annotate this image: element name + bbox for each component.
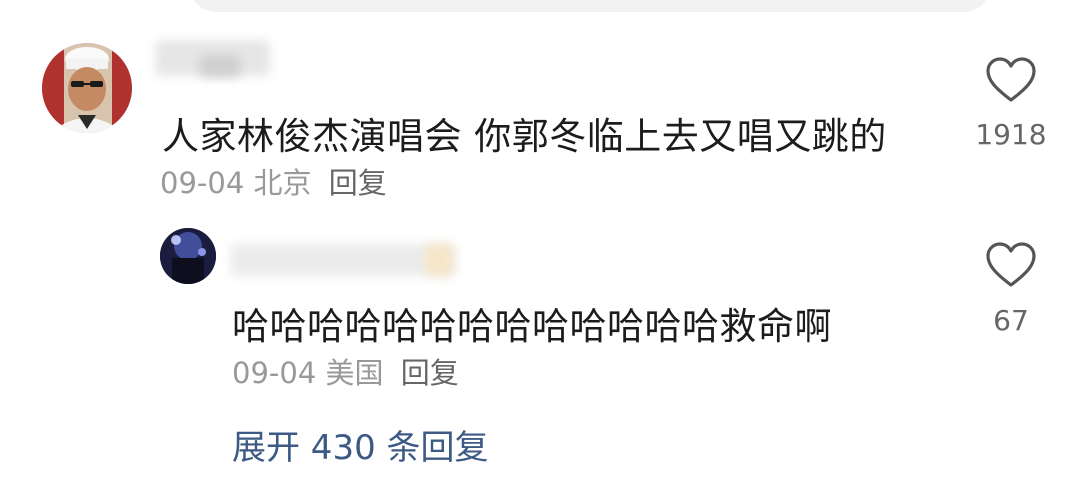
reply-text: 哈哈哈哈哈哈哈哈哈哈哈哈哈救命啊 <box>232 305 832 348</box>
reply-avatar-image <box>160 228 216 284</box>
top-input-bar[interactable] <box>190 0 990 12</box>
heart-icon[interactable] <box>985 57 1037 103</box>
avatar-image <box>42 43 132 133</box>
reply-username-blurred-accent <box>425 244 453 276</box>
reply-reply-button[interactable]: 回复 <box>401 356 459 390</box>
reply-location: 美国 <box>325 356 384 390</box>
like-count: 1918 <box>975 118 1047 151</box>
reply-button[interactable]: 回复 <box>329 166 387 200</box>
avatar[interactable] <box>42 43 132 133</box>
comment-date: 09-04 <box>160 166 245 200</box>
heart-icon[interactable] <box>985 242 1037 288</box>
comment-text: 人家林俊杰演唱会 你郭冬临上去又唱又跳的 <box>162 115 887 158</box>
reply-date: 09-04 <box>232 356 317 390</box>
comment-meta: 09-04 北京 回复 <box>160 160 387 202</box>
reply-username-blurred <box>230 244 455 276</box>
username-blurred-extra <box>200 55 240 77</box>
reply-avatar[interactable] <box>160 228 216 284</box>
expand-replies-link[interactable]: 展开 430 条回复 <box>232 420 489 469</box>
comment-location: 北京 <box>253 166 312 200</box>
reply-meta: 09-04 美国 回复 <box>232 350 459 392</box>
reply-like-count: 67 <box>993 304 1029 337</box>
